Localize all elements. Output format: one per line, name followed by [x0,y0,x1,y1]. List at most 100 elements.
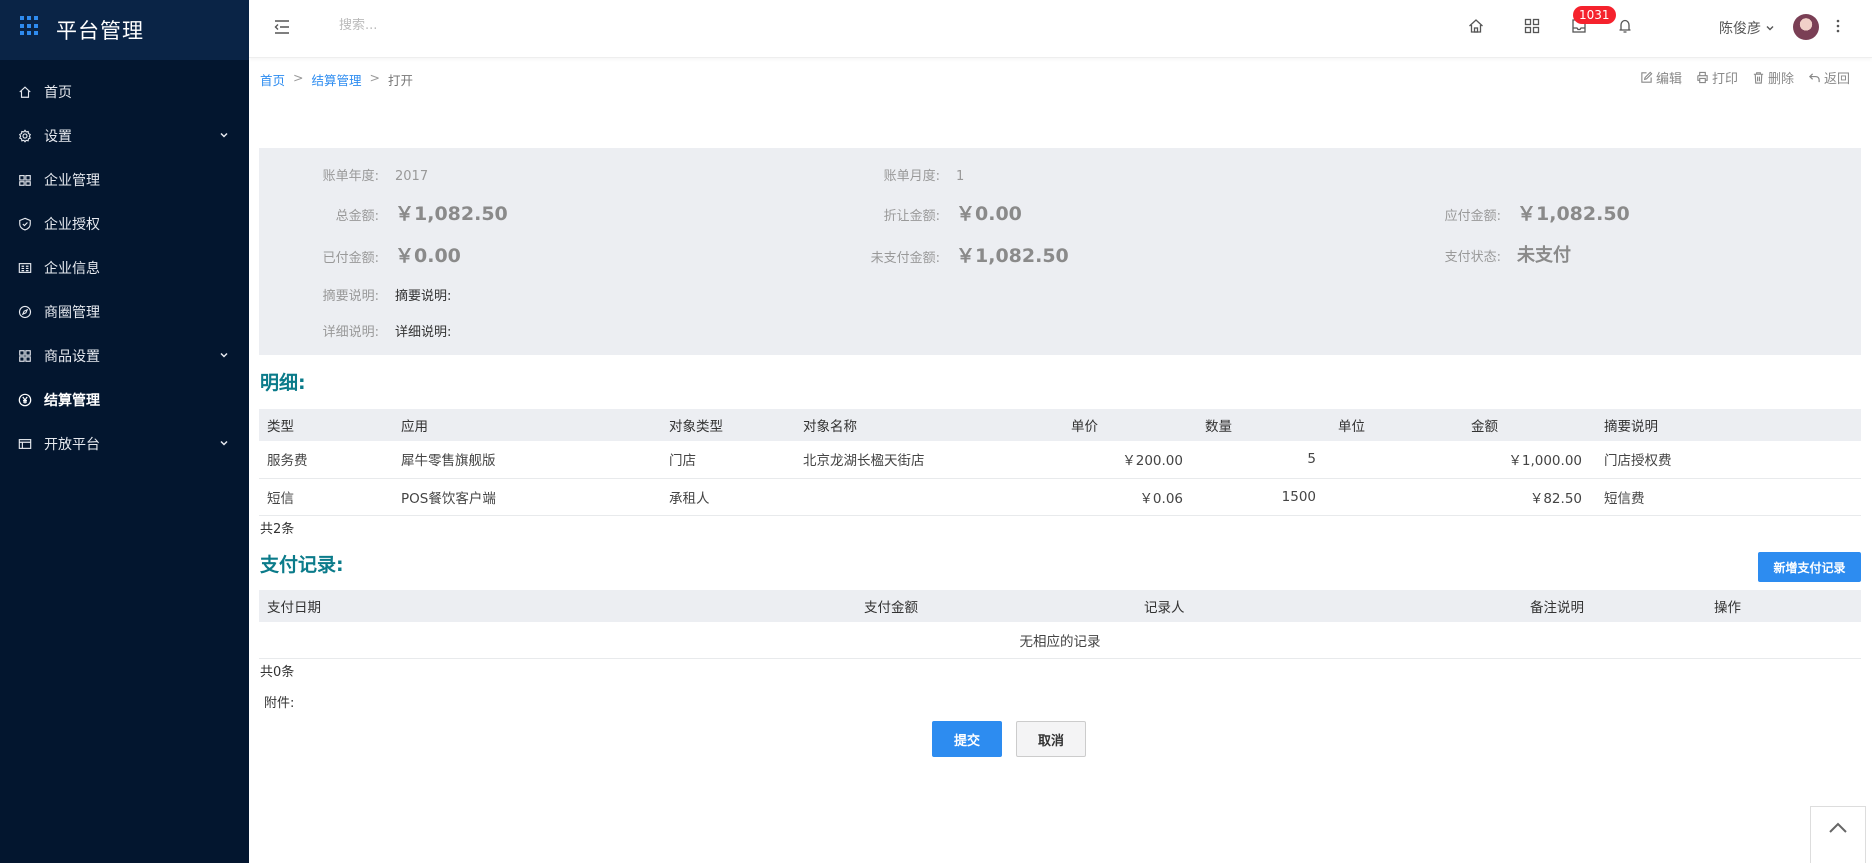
discount-amount-field: 折让金额: ￥0.00 [820,199,1022,226]
add-payment-button[interactable]: 新增支付记录 [1758,552,1861,582]
sidebar-item-label: 商品设置 [44,349,100,365]
delete-button[interactable]: 删除 [1752,68,1794,87]
breadcrumb-settlement[interactable]: 结算管理 [312,70,362,89]
column-header: 对象名称 [795,409,1063,441]
total-amount-value: ￥1,082.50 [395,203,508,225]
bill-year-field: 账单年度: 2017 [259,165,428,184]
edit-button[interactable]: 编辑 [1640,68,1682,87]
table-row: 服务费 犀牛零售旗舰版 门店 北京龙湖长楹天街店 ￥200.00 5 ￥1,00… [259,441,1861,479]
cell-amount: ￥82.50 [1463,478,1596,516]
breadcrumb: 首页 > 结算管理 > 打开 [260,70,413,89]
submit-button[interactable]: 提交 [932,721,1002,757]
compass-icon [18,305,32,319]
sidebar-item-info[interactable]: 企业信息 [0,246,249,290]
sidebar-item-label: 首页 [44,85,72,101]
sidebar: 平台管理 首页 设置 企业管理 企业授权 企业信息 商圈管理 商品设置 结算管理… [0,0,249,863]
cell-application: 犀牛零售旗舰版 [393,441,661,479]
sidebar-item-enterprise[interactable]: 企业管理 [0,158,249,202]
sidebar-item-label: 企业信息 [44,261,100,277]
yen-icon [18,393,32,407]
column-header: 金额 [1463,409,1596,441]
bill-year-value: 2017 [395,169,429,184]
breadcrumb-home[interactable]: 首页 [260,70,285,89]
cell-abstract: 门店授权费 [1596,441,1861,479]
bill-summary-panel: 账单年度: 2017 账单月度: 1 总金额: ￥1,082.50 折让金额: … [259,148,1861,355]
sidebar-item-home[interactable]: 首页 [0,70,249,114]
gear-icon [18,129,32,143]
abstract-field: 摘要说明: 摘要说明: [259,285,452,304]
app-grid-icon [20,16,40,36]
column-header: 应用 [393,409,661,441]
back-to-top-button[interactable] [1810,806,1866,863]
unpaid-amount-value: ￥1,082.50 [956,245,1069,267]
breadcrumb-separator: > [369,70,380,85]
back-label: 返回 [1823,72,1850,87]
menu-toggle-icon[interactable] [273,18,291,36]
grid-icon [18,349,32,363]
avatar[interactable] [1793,14,1819,40]
sidebar-item-open-platform[interactable]: 开放平台 [0,422,249,466]
total-amount-label: 总金额: [335,209,379,224]
back-button[interactable]: 返回 [1808,68,1850,87]
sidebar-item-settings[interactable]: 设置 [0,114,249,158]
detail-value: 详细说明: [395,325,452,340]
home-icon [18,85,32,99]
cell-unit [1330,441,1463,479]
cell-abstract: 短信费 [1596,478,1861,516]
bill-year-label: 账单年度: [322,169,379,184]
bill-month-field: 账单月度: 1 [820,165,965,184]
payments-header-row: 支付日期 支付金额 记录人 备注说明 操作 [259,590,1861,622]
column-header: 单位 [1330,409,1463,441]
chevron-up-icon [1829,822,1847,833]
notification-count-badge: 1031 [1573,6,1616,24]
sidebar-item-label: 结算管理 [44,393,100,409]
unpaid-amount-field: 未支付金额: ￥1,082.50 [820,241,1069,268]
cell-type: 服务费 [259,441,393,479]
detail-field: 详细说明: 详细说明: [259,321,452,340]
cancel-button[interactable]: 取消 [1016,721,1086,757]
column-header: 类型 [259,409,393,441]
sidebar-item-product-settings[interactable]: 商品设置 [0,334,249,378]
cell-object-name [795,478,1063,516]
sidebar-item-business-district[interactable]: 商圈管理 [0,290,249,334]
total-amount-field: 总金额: ￥1,082.50 [259,199,508,226]
shield-icon [18,217,32,231]
abstract-label: 摘要说明: [322,289,379,304]
breadcrumb-current: 打开 [388,73,414,88]
unpaid-amount-label: 未支付金额: [870,251,940,266]
column-header: 操作 [1706,590,1861,622]
brand-header[interactable]: 平台管理 [0,0,249,60]
print-button[interactable]: 打印 [1696,68,1738,87]
payments-count: 共0条 [260,665,295,680]
home-icon[interactable] [1467,17,1485,35]
details-section-title: 明细: [260,372,306,394]
payment-status-value: 未支付 [1517,245,1571,266]
search-input[interactable] [339,18,559,33]
chevron-down-icon [220,352,228,358]
sidebar-nav: 首页 设置 企业管理 企业授权 企业信息 商圈管理 商品设置 结算管理 开放平台 [0,70,249,466]
bell-icon[interactable] [1616,17,1634,35]
more-vertical-icon[interactable] [1835,17,1841,35]
cell-object-type: 承租人 [661,478,795,516]
column-header: 摘要说明 [1596,409,1861,441]
apps-grid-icon[interactable] [1523,17,1541,35]
payable-amount-value: ￥1,082.50 [1517,203,1630,225]
paid-amount-label: 已付金额: [322,251,379,266]
cell-object-type: 门店 [661,441,795,479]
chevron-down-icon [220,440,228,446]
cell-unit-price: ￥200.00 [1063,441,1197,479]
user-menu[interactable]: 陈俊彦 [1719,18,1775,38]
trash-icon [1753,72,1764,84]
abstract-value: 摘要说明: [395,289,452,304]
id-card-icon [18,261,32,275]
breadcrumb-separator: > [293,70,304,85]
building-icon [18,173,32,187]
cell-unit [1330,478,1463,516]
sidebar-item-authorization[interactable]: 企业授权 [0,202,249,246]
sidebar-item-settlement[interactable]: 结算管理 [0,378,249,422]
column-header: 备注说明 [1522,590,1706,622]
details-header-row: 类型 应用 对象类型 对象名称 单价 数量 单位 金额 摘要说明 [259,409,1861,441]
page-actions: 编辑 打印 删除 返回 [1640,68,1850,87]
delete-label: 删除 [1767,72,1794,87]
detail-label: 详细说明: [322,325,379,340]
